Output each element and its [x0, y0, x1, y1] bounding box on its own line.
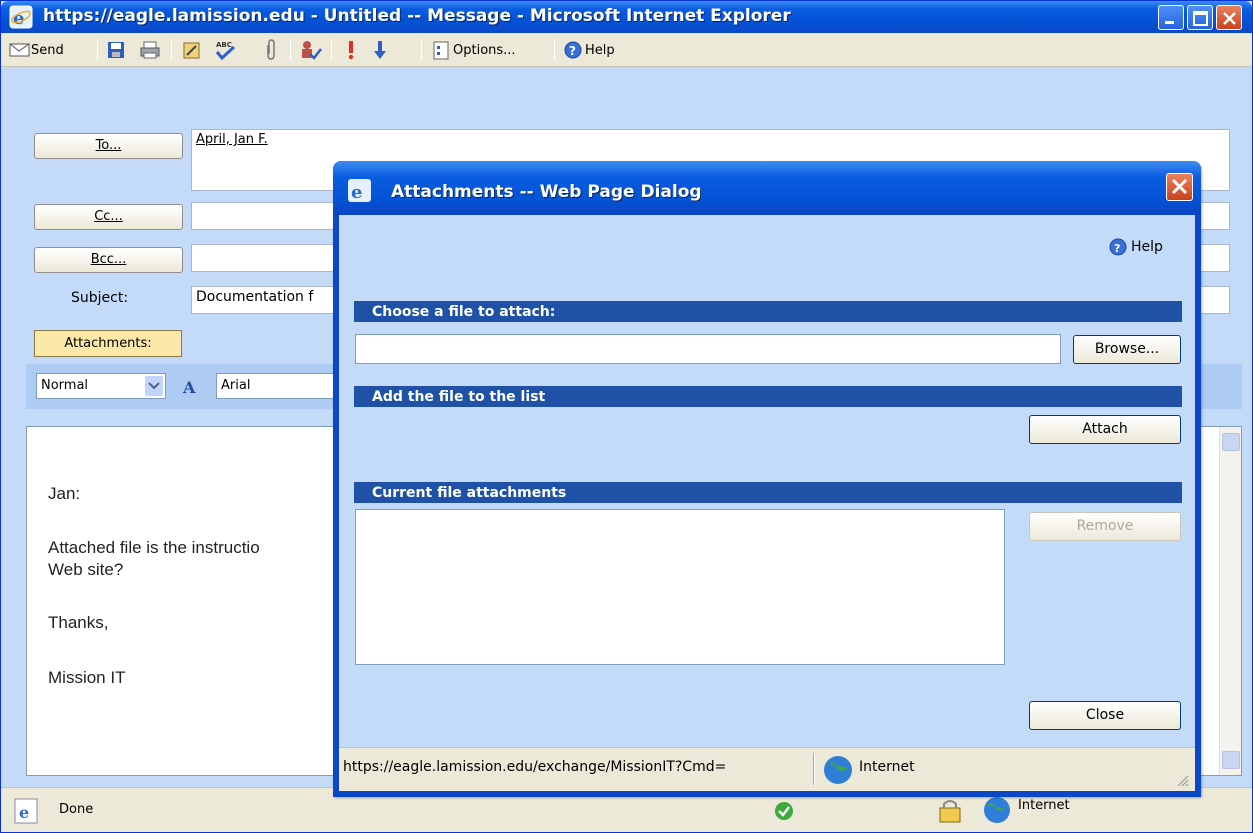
dialog-title-bar[interactable]: e Attachments -- Web Page Dialog: [333, 161, 1201, 215]
close-window-button[interactable]: [1216, 5, 1242, 30]
remove-button[interactable]: Remove: [1029, 512, 1181, 541]
section-add-file: Add the file to the list: [354, 386, 1182, 407]
font-icon: A: [183, 378, 196, 397]
dialog-status-bar: https://eagle.lamission.edu/exchange/Mis…: [339, 747, 1195, 791]
dialog-body: ? Help Choose a file to attach: Browse..…: [339, 215, 1195, 747]
body-line: Attached file is the instructio: [48, 538, 260, 557]
file-path-input[interactable]: [355, 334, 1061, 364]
dialog-close-button[interactable]: [1166, 173, 1193, 201]
help-label: Help: [585, 42, 615, 58]
section-current-attachments: Current file attachments: [354, 482, 1182, 503]
ie-logo-icon: e: [9, 5, 33, 29]
help-icon: ?: [1109, 238, 1127, 256]
toolbar-separator: [421, 39, 422, 61]
check-names-button[interactable]: [299, 38, 323, 62]
paragraph-style-select[interactable]: Normal: [36, 373, 166, 399]
bcc-button[interactable]: Bcc...: [34, 247, 183, 273]
close-button[interactable]: Close: [1029, 701, 1181, 730]
dialog-help-link[interactable]: ? Help: [1109, 238, 1163, 256]
save-button[interactable]: [106, 38, 126, 62]
scroll-down-button[interactable]: [1222, 751, 1240, 769]
font-name-select[interactable]: Arial: [216, 373, 346, 399]
low-importance-button[interactable]: [373, 38, 387, 62]
close-icon: [1171, 178, 1188, 195]
help-button[interactable]: ? Help: [563, 38, 615, 62]
status-separator: [813, 753, 815, 785]
send-button[interactable]: Send: [9, 38, 64, 62]
body-line: Web site?: [48, 560, 124, 579]
close-icon: [1223, 12, 1236, 25]
cc-button[interactable]: Cc...: [34, 204, 183, 230]
minimize-icon: [1165, 21, 1174, 24]
internet-zone-icon: [984, 797, 1010, 823]
attachments-list[interactable]: [355, 509, 1005, 665]
attach-file-button[interactable]: [264, 38, 278, 62]
maximize-icon: [1193, 11, 1208, 26]
options-button[interactable]: Options...: [431, 38, 516, 62]
secure-icon: [775, 802, 793, 820]
svg-text:e: e: [13, 8, 24, 29]
send-icon: [9, 43, 30, 57]
ie-page-icon: e: [14, 798, 38, 824]
chevron-down-icon[interactable]: [145, 376, 163, 396]
to-button[interactable]: To...: [34, 133, 183, 159]
dialog-status-url: https://eagle.lamission.edu/exchange/Mis…: [343, 759, 727, 775]
toolbar-separator: [554, 39, 555, 61]
resize-grip-icon[interactable]: [1175, 773, 1189, 787]
dialog-zone-label: Internet: [859, 759, 915, 775]
svg-text:ABC: ABC: [216, 41, 232, 49]
attach-button[interactable]: Attach: [1029, 415, 1181, 444]
svg-text:?: ?: [569, 44, 576, 58]
toolbar-separator: [290, 39, 291, 61]
paperclip-icon: [267, 39, 275, 60]
browse-button[interactable]: Browse...: [1073, 335, 1181, 364]
body-line: Jan:: [48, 484, 81, 503]
options-label: Options...: [453, 42, 516, 58]
attachments-button[interactable]: Attachments:: [34, 330, 182, 357]
spell-check-button[interactable]: ABC: [213, 38, 239, 62]
body-line: Thanks,: [48, 613, 109, 632]
print-icon: [140, 41, 160, 59]
address-book-button[interactable]: [181, 38, 203, 62]
message-toolbar: Send ABC Options... ? Help: [1, 33, 1252, 67]
toolbar-separator: [97, 39, 98, 61]
ie-logo-icon: e: [348, 179, 371, 203]
minimize-button[interactable]: [1158, 5, 1184, 30]
send-label: Send: [31, 42, 64, 58]
save-icon: [108, 42, 124, 58]
attachments-dialog: e Attachments -- Web Page Dialog ? Help …: [333, 161, 1201, 797]
options-icon: [433, 41, 449, 60]
svg-text:?: ?: [1114, 242, 1120, 255]
address-book-icon: [183, 42, 200, 59]
toolbar-separator: [171, 39, 172, 61]
status-text: Done: [59, 802, 94, 817]
high-importance-button[interactable]: [346, 38, 356, 62]
zone-label: Internet: [1018, 798, 1070, 813]
check-names-icon: [302, 41, 322, 60]
section-choose-file: Choose a file to attach:: [354, 301, 1182, 322]
spell-check-icon: ABC: [215, 41, 236, 61]
subject-label: Subject:: [71, 290, 129, 306]
internet-zone-icon: [824, 756, 852, 784]
dialog-title: Attachments -- Web Page Dialog: [391, 182, 702, 202]
low-importance-icon: [374, 41, 386, 59]
lock-icon: [939, 800, 961, 823]
high-importance-icon: [348, 41, 354, 60]
window-title: https://eagle.lamission.edu - Untitled -…: [43, 6, 791, 26]
maximize-button[interactable]: [1187, 5, 1213, 30]
body-line: Mission IT: [48, 668, 126, 687]
body-scrollbar[interactable]: [1219, 427, 1241, 775]
paragraph-style-value: Normal: [41, 378, 89, 393]
svg-text:e: e: [19, 803, 29, 822]
title-bar[interactable]: e https://eagle.lamission.edu - Untitled…: [1, 1, 1252, 33]
toolbar-separator: [331, 39, 332, 61]
scroll-up-button[interactable]: [1222, 433, 1240, 451]
svg-text:e: e: [351, 182, 362, 203]
dialog-help-label: Help: [1131, 239, 1163, 255]
print-button[interactable]: [139, 38, 161, 62]
help-icon: ?: [564, 41, 582, 59]
